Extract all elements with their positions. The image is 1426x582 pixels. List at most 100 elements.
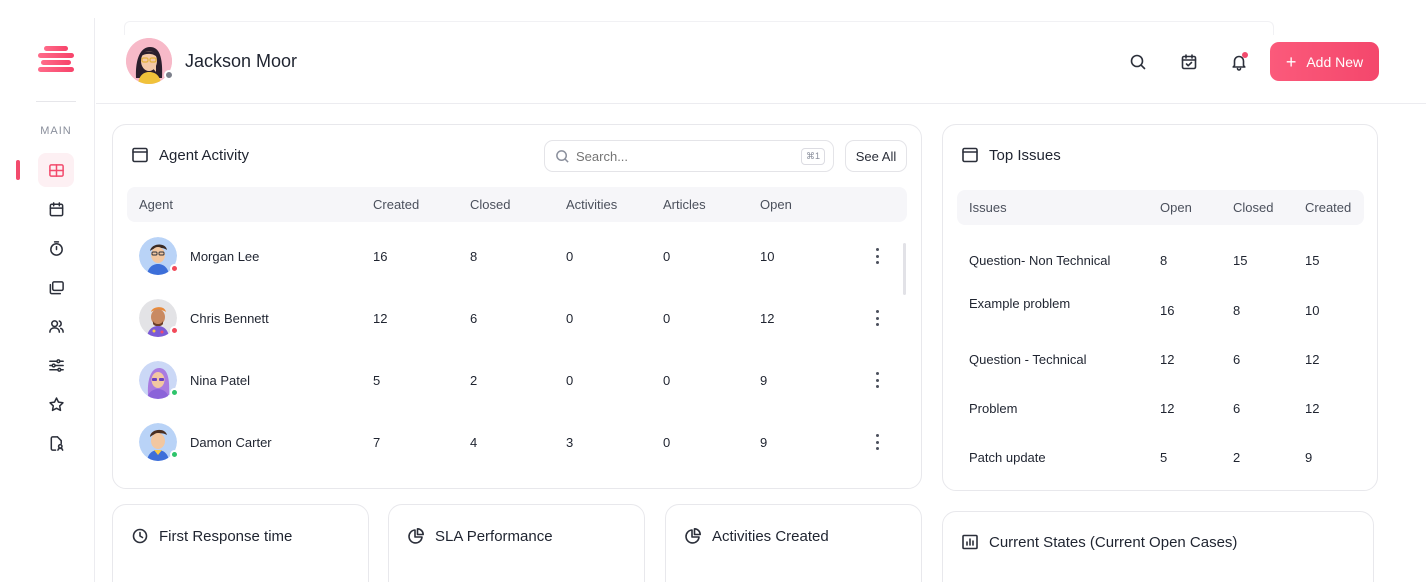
sidebar-item-dashboard[interactable] xyxy=(38,153,74,187)
agent-name: Nina Patel xyxy=(190,373,250,388)
agent-search-field[interactable]: ⌘1 xyxy=(544,140,834,172)
calendar-check-icon xyxy=(1181,54,1197,70)
calendar-button[interactable] xyxy=(1178,51,1200,73)
sla-performance-card: SLA Performance xyxy=(388,504,645,582)
agent-open: 9 xyxy=(760,435,768,450)
sliders-icon xyxy=(48,358,64,372)
issue-closed: 6 xyxy=(1233,352,1241,367)
agent-open: 12 xyxy=(760,311,775,326)
agent-status-dot xyxy=(170,450,179,459)
star-icon xyxy=(48,396,64,411)
brand-logo-icon[interactable] xyxy=(38,46,74,76)
agent-name: Chris Bennett xyxy=(190,311,269,326)
agent-closed: 4 xyxy=(470,435,478,450)
agent-articles: 0 xyxy=(663,373,671,388)
active-nav-marker xyxy=(16,160,20,180)
agent-closed: 2 xyxy=(470,373,478,388)
window-icon xyxy=(132,147,148,163)
timer-icon xyxy=(49,240,63,256)
agent-activities: 3 xyxy=(566,435,574,450)
plus-icon: + xyxy=(1285,51,1297,72)
sla-performance-title: SLA Performance xyxy=(435,527,553,545)
column-agent[interactable]: Agent xyxy=(139,197,173,212)
users-icon xyxy=(48,319,64,333)
issue-closed: 2 xyxy=(1233,450,1241,465)
column-closed[interactable]: Closed xyxy=(470,197,510,212)
agent-closed: 8 xyxy=(470,249,478,264)
agent-search-input[interactable] xyxy=(576,148,776,164)
sla-performance-header: SLA Performance xyxy=(407,527,553,545)
notifications-button[interactable] xyxy=(1228,51,1250,73)
column-open[interactable]: Open xyxy=(1160,200,1192,215)
pie-chart-icon xyxy=(408,528,424,544)
agent-created: 7 xyxy=(373,435,381,450)
add-new-button[interactable]: + Add New xyxy=(1270,42,1379,81)
issue-name: Question - Technical xyxy=(969,352,1087,367)
bar-chart-icon xyxy=(962,534,978,550)
file-user-icon xyxy=(50,435,63,451)
sidebar-item-favorites[interactable] xyxy=(38,387,74,421)
header-decoration xyxy=(124,21,1274,35)
top-issues-title: Top Issues xyxy=(989,146,1061,164)
column-closed[interactable]: Closed xyxy=(1233,200,1273,215)
table-row[interactable]: Chris Bennett 12 6 0 0 12 xyxy=(127,297,907,341)
issue-name: Question- Non Technical xyxy=(969,253,1111,268)
activities-created-card: Activities Created xyxy=(665,504,922,582)
sidebar: MAIN xyxy=(0,18,95,582)
agent-articles: 0 xyxy=(663,311,671,326)
column-open[interactable]: Open xyxy=(760,197,792,212)
column-issues[interactable]: Issues xyxy=(969,200,1007,215)
sidebar-item-timer[interactable] xyxy=(38,231,74,265)
agent-status-dot xyxy=(170,264,179,273)
top-issues-card: Top Issues Issues Open Closed Created Qu… xyxy=(942,124,1378,491)
sidebar-item-users[interactable] xyxy=(38,309,74,343)
sidebar-item-calendar[interactable] xyxy=(38,192,74,226)
column-articles[interactable]: Articles xyxy=(663,197,706,212)
first-response-header: First Response time xyxy=(131,527,292,545)
window-icon xyxy=(962,147,978,163)
issue-open: 12 xyxy=(1160,401,1175,416)
row-more-menu-icon[interactable] xyxy=(872,307,882,329)
row-more-menu-icon[interactable] xyxy=(872,245,882,267)
table-row[interactable]: Morgan Lee 16 8 0 0 10 xyxy=(127,235,907,279)
current-states-header: Current States (Current Open Cases) xyxy=(961,533,1237,551)
search-button[interactable] xyxy=(1127,51,1149,73)
row-more-menu-icon[interactable] xyxy=(872,369,882,391)
column-activities[interactable]: Activities xyxy=(566,197,617,212)
row-more-menu-icon[interactable] xyxy=(872,431,882,453)
search-shortcut-badge: ⌘1 xyxy=(800,148,825,165)
first-response-title: First Response time xyxy=(159,527,293,545)
agent-activity-title: Agent Activity xyxy=(159,146,250,164)
issue-open: 8 xyxy=(1160,253,1168,268)
table-row[interactable]: Damon Carter 7 4 3 0 9 xyxy=(127,421,907,465)
agent-open: 9 xyxy=(760,373,768,388)
issue-created: 12 xyxy=(1305,352,1320,367)
sidebar-item-folders[interactable] xyxy=(38,270,74,304)
issue-closed: 8 xyxy=(1233,303,1241,318)
user-name: Jackson Moor xyxy=(185,51,298,71)
column-created[interactable]: Created xyxy=(1305,200,1351,215)
issue-created: 10 xyxy=(1305,303,1320,318)
agent-name: Damon Carter xyxy=(190,435,272,450)
agent-articles: 0 xyxy=(663,435,671,450)
issue-created: 15 xyxy=(1305,253,1320,268)
table-row[interactable]: Nina Patel 5 2 0 0 9 xyxy=(127,359,907,403)
agent-activities: 0 xyxy=(566,249,574,264)
sidebar-item-settings[interactable] xyxy=(38,348,74,382)
column-created[interactable]: Created xyxy=(373,197,419,212)
agent-closed: 6 xyxy=(470,311,478,326)
agent-created: 12 xyxy=(373,311,388,326)
agent-activity-card: Agent Activity ⌘1 See All Agent Created … xyxy=(112,124,922,489)
sidebar-divider xyxy=(36,101,76,102)
top-issues-header: Top Issues xyxy=(961,146,1061,164)
sidebar-item-reports[interactable] xyxy=(38,426,74,460)
calendar-icon xyxy=(49,201,63,216)
clock-icon xyxy=(132,528,148,544)
issue-created: 12 xyxy=(1305,401,1320,416)
see-all-button[interactable]: See All xyxy=(845,140,907,172)
issue-open: 5 xyxy=(1160,450,1168,465)
table-scrollbar[interactable] xyxy=(903,243,906,295)
search-icon xyxy=(556,149,569,163)
first-response-card: First Response time xyxy=(112,504,369,582)
agent-created: 5 xyxy=(373,373,381,388)
